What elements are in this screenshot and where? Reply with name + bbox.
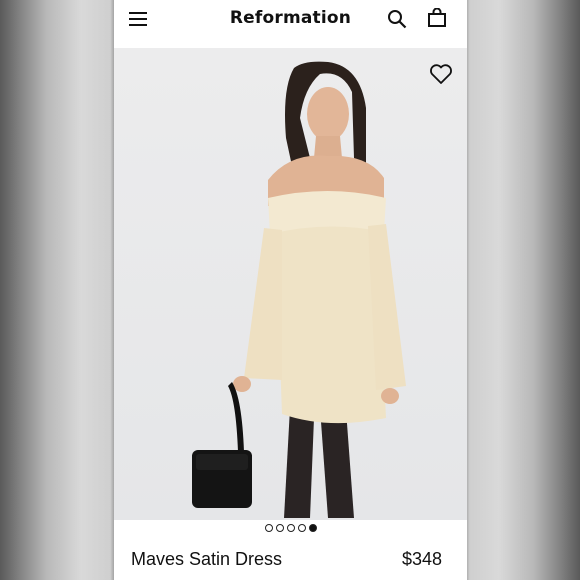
handbag-flap — [196, 454, 248, 470]
pagination-dot[interactable] — [275, 524, 284, 532]
model-hand — [233, 376, 251, 392]
image-pagination — [114, 524, 467, 534]
shopping-bag-icon[interactable] — [427, 8, 447, 28]
pagination-dot[interactable] — [286, 524, 295, 532]
app-screen: Reformation Maves Satin Dress $348 — [114, 0, 467, 580]
heart-icon[interactable] — [429, 63, 453, 85]
pagination-dot[interactable] — [264, 524, 273, 532]
brand-logo[interactable]: Reformation — [114, 8, 467, 28]
model-leg — [320, 408, 354, 518]
model-photo — [192, 61, 406, 518]
model-leg — [284, 408, 314, 518]
search-icon[interactable] — [387, 9, 407, 29]
pagination-dot-active[interactable] — [308, 524, 317, 532]
pagination-dot[interactable] — [297, 524, 306, 532]
product-name: Maves Satin Dress — [131, 549, 283, 569]
product-image[interactable] — [114, 48, 467, 520]
model-hand — [381, 388, 399, 404]
dress-sleeve — [244, 228, 282, 380]
top-nav: Reformation — [114, 0, 467, 48]
handbag-strap — [228, 382, 244, 452]
model-face — [307, 87, 349, 141]
model-neck — [314, 136, 342, 158]
product-price: $348 — [401, 549, 442, 569]
